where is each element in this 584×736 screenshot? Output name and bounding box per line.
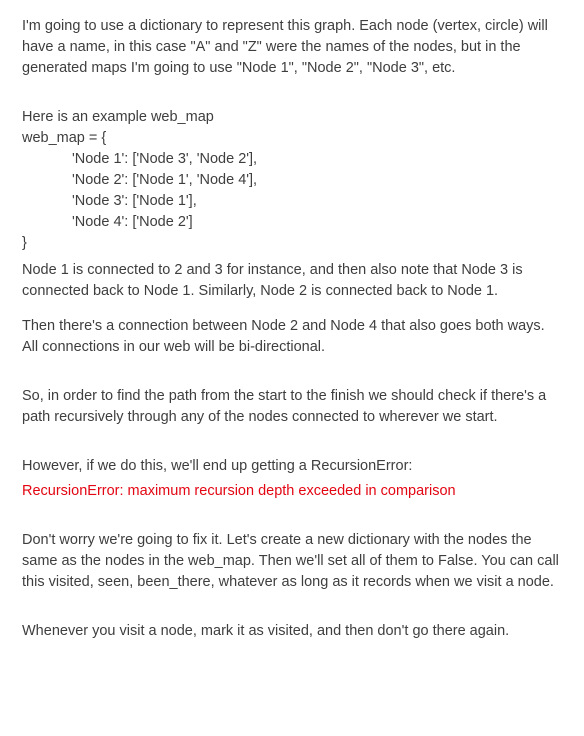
paragraph-explain-2: Then there's a connection between Node 2… (22, 316, 562, 358)
code-line-6: } (22, 233, 562, 254)
paragraph-explain-3: So, in order to find the path from the s… (22, 386, 562, 428)
code-line-4: 'Node 3': ['Node 1'], (22, 191, 562, 212)
code-line-3: 'Node 2': ['Node 1', 'Node 4'], (22, 170, 562, 191)
paragraph-explain-6: Whenever you visit a node, mark it as vi… (22, 621, 562, 642)
paragraph-explain-4: However, if we do this, we'll end up get… (22, 456, 562, 477)
code-line-2: 'Node 1': ['Node 3', 'Node 2'], (22, 149, 562, 170)
paragraph-intro: I'm going to use a dictionary to represe… (22, 16, 562, 79)
error-message: RecursionError: maximum recursion depth … (22, 481, 562, 502)
paragraph-explain-1: Node 1 is connected to 2 and 3 for insta… (22, 260, 562, 302)
document-body: I'm going to use a dictionary to represe… (0, 0, 584, 684)
paragraph-explain-5: Don't worry we're going to fix it. Let's… (22, 530, 562, 593)
code-line-1: web_map = { (22, 128, 562, 149)
code-line-5: 'Node 4': ['Node 2'] (22, 212, 562, 233)
example-heading: Here is an example web_map (22, 107, 562, 128)
